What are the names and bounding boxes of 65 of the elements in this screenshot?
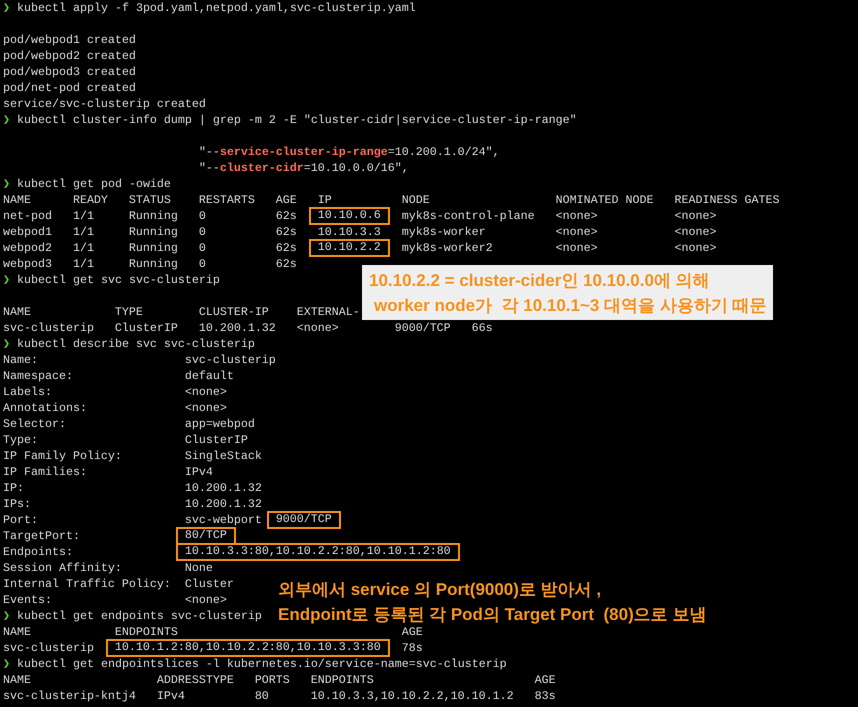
output-text: =10.10.0.0/16", (304, 160, 409, 176)
output-text: Selector: app=webpod (3, 416, 255, 432)
output-text: IP Families: IPv4 (3, 464, 213, 480)
output-text: =10.200.1.0/24", (388, 144, 500, 160)
output-text: svc-clusterip-kntj4 IPv4 80 10.10.3.3,10.10.2.2,10.10.1.2 83s (3, 688, 556, 704)
output-text: Session Affinity: None (3, 560, 213, 576)
prompt-icon: ❯ (3, 608, 10, 624)
output-text: Port: svc-webport (3, 512, 263, 528)
output-text: Annotations: <none> (3, 400, 227, 416)
output-text: net-pod 1/1 Running 0 62s (3, 208, 298, 224)
prompt-icon: ❯ (3, 656, 10, 672)
output-text: IP: 10.200.1.32 (3, 480, 262, 496)
output-text: NAME TYPE CLUSTER-IP EXTERNAL- (3, 304, 360, 320)
output-text: Events: <none> (3, 592, 227, 608)
annotation-text: 외부에서 service 의 Port(9000)로 받아서 , (278, 579, 602, 601)
output-text: Namespace: default (3, 368, 234, 384)
output-text: Name: svc-clusterip (3, 352, 276, 368)
outlined-text: 9000/TCP (266, 511, 341, 529)
output-text: pod/webpod1 created (3, 32, 136, 48)
outlined-text: 10.10.1.2:80,10.10.2.2:80,10.10.3.3:80 (106, 639, 390, 657)
prompt-icon: ❯ (3, 272, 10, 288)
output-text: NAME ENDPOINTS AGE (3, 624, 423, 640)
annotation-text: Endpoint로 등록된 각 Pod의 Target Port (80)으로 보냄 (278, 604, 706, 626)
command-text: kubectl get endpoints svc-clusterip (17, 608, 262, 624)
highlighted-text: service-cluster-ip-range (220, 144, 388, 160)
command-text: kubectl describe svc svc-clusterip (17, 336, 255, 352)
output-text: "-- (198, 144, 220, 160)
output-text: pod/webpod2 created (3, 48, 136, 64)
output-text: pod/net-pod created (3, 80, 136, 96)
output-text: webpod3 1/1 Running 0 62s (3, 256, 297, 272)
output-text: Type: ClusterIP (3, 432, 248, 448)
outlined-text: 80/TCP (176, 527, 236, 545)
output-text: webpod1 1/1 Running 0 62s 10.10.3.3 myk8s-worker <none> <none> (3, 224, 716, 240)
output-text: svc-clusterip (3, 640, 95, 656)
output-text: myk8s-control-plane <none> <none> (400, 208, 717, 224)
prompt-icon: ❯ (3, 112, 10, 128)
prompt-icon: ❯ (3, 176, 10, 192)
outlined-text: 10.10.0.6 (308, 207, 390, 225)
output-text: Internal Traffic Policy: Cluster (3, 576, 234, 592)
output-text: pod/webpod3 created (3, 64, 136, 80)
outlined-text: 10.10.3.3:80,10.10.2.2:80,10.10.1.2:80 (176, 543, 460, 561)
output-text: Endpoints: (3, 544, 74, 560)
output-text: NAME READY STATUS RESTARTS AGE IP NODE NOMINATED NODE READINESS GATES (3, 192, 780, 208)
command-text: kubectl get svc svc-clusterip (17, 272, 220, 288)
highlighted-text: cluster-cidr (220, 160, 304, 176)
command-text: kubectl apply -f 3pod.yaml,netpod.yaml,svc-clusterip.yaml (17, 0, 416, 16)
annotation-text: worker node가 각 10.10.1~3 대역을 사용하기 때문 (373, 295, 767, 317)
prompt-icon: ❯ (3, 0, 10, 16)
annotation-text: 10.10.2.2 = cluster-cider인 10.10.0.0에 의해 (369, 270, 711, 292)
prompt-icon: ❯ (3, 336, 10, 352)
output-text: svc-clusterip ClusterIP 10.200.1.32 <none> 9000/TCP 66s (3, 320, 493, 336)
command-text: kubectl get pod -owide (17, 176, 171, 192)
command-text: kubectl get endpointslices -l kubernetes.io/service-name=svc-clusterip (17, 656, 507, 672)
output-text: myk8s-worker2 <none> <none> (400, 240, 717, 256)
output-text: Labels: <none> (3, 384, 227, 400)
output-text: service/svc-clusterip created (3, 96, 206, 112)
outlined-text: 10.10.2.2 (308, 239, 390, 257)
output-text: TargetPort: (3, 528, 81, 544)
output-text: webpod2 1/1 Running 0 62s (3, 240, 298, 256)
output-text: 78s (400, 640, 423, 656)
output-text: NAME ADDRESSTYPE PORTS ENDPOINTS AGE (3, 672, 556, 688)
output-text: IP Family Policy: SingleStack (3, 448, 262, 464)
command-text: kubectl cluster-info dump | grep -m 2 -E "cluster-cidr|service-cluster-ip-range" (17, 112, 577, 128)
output-text: IPs: 10.200.1.32 (3, 496, 262, 512)
output-text: "-- (198, 160, 220, 176)
